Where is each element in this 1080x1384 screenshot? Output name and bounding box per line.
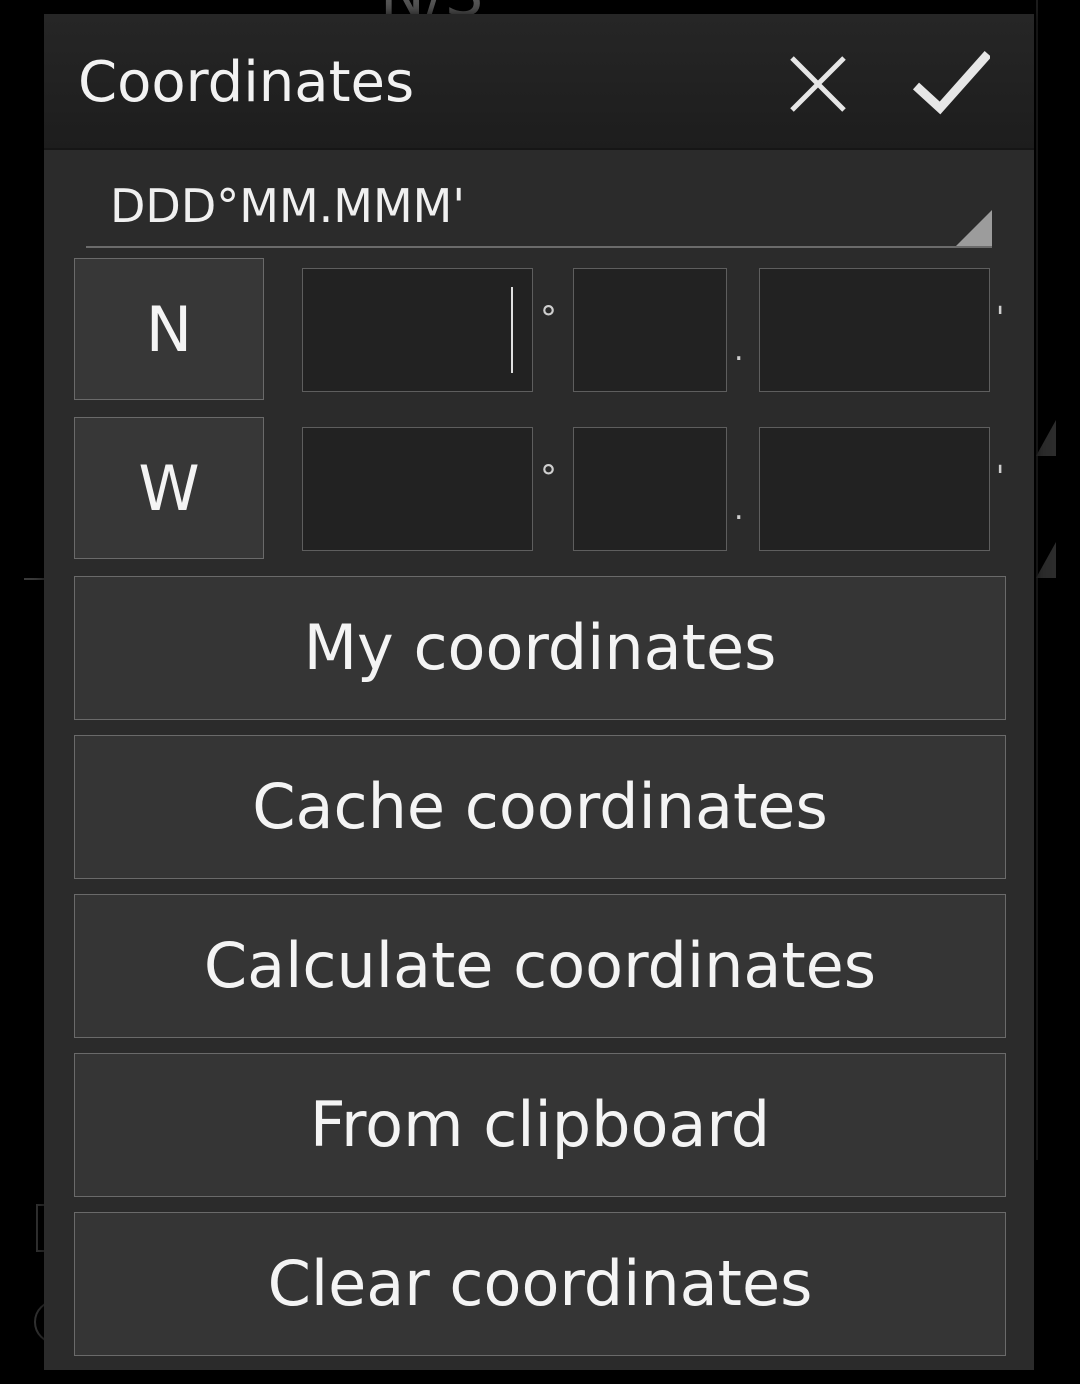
confirm-button[interactable] — [910, 44, 990, 124]
longitude-degrees-field[interactable] — [302, 427, 533, 551]
latitude-minute-decimals-field[interactable] — [759, 268, 990, 392]
latitude-degrees-field[interactable] — [302, 268, 533, 392]
longitude-hemisphere-button[interactable]: W — [74, 417, 264, 559]
dialog-titlebar: Coordinates — [44, 14, 1034, 150]
text-cursor — [511, 287, 513, 373]
background-spinner-arrow — [1036, 420, 1056, 456]
latitude-hemisphere-button[interactable]: N — [74, 258, 264, 400]
latitude-degree-symbol: ° — [540, 299, 557, 339]
my-coordinates-button[interactable]: My coordinates — [74, 576, 1006, 720]
latitude-decimal-point: . — [734, 333, 744, 368]
checkmark-icon — [912, 51, 990, 115]
longitude-minutes-field[interactable] — [573, 427, 727, 551]
coordinates-dialog: Coordinates DDD°MM.MMM' N ° . ' W ° . ' … — [44, 14, 1034, 1370]
background-spinner-arrow — [1036, 542, 1056, 578]
coordinate-format-dropdown[interactable]: DDD°MM.MMM' — [86, 164, 992, 248]
longitude-minute-symbol: ' — [996, 460, 1005, 495]
cancel-button[interactable] — [778, 44, 858, 124]
close-icon — [790, 56, 846, 112]
cache-coordinates-button[interactable]: Cache coordinates — [74, 735, 1006, 879]
longitude-degree-symbol: ° — [540, 458, 557, 498]
longitude-decimal-point: . — [734, 492, 744, 527]
longitude-minute-decimals-field[interactable] — [759, 427, 990, 551]
dropdown-triangle-icon — [956, 210, 992, 246]
format-selected-value: DDD°MM.MMM' — [110, 179, 465, 233]
from-clipboard-button[interactable]: From clipboard — [74, 1053, 1006, 1197]
background-edge — [1036, 0, 1038, 1160]
dialog-title: Coordinates — [78, 50, 415, 115]
latitude-minutes-field[interactable] — [573, 268, 727, 392]
clear-coordinates-button[interactable]: Clear coordinates — [74, 1212, 1006, 1356]
calculate-coordinates-button[interactable]: Calculate coordinates — [74, 894, 1006, 1038]
latitude-minute-symbol: ' — [996, 301, 1005, 336]
